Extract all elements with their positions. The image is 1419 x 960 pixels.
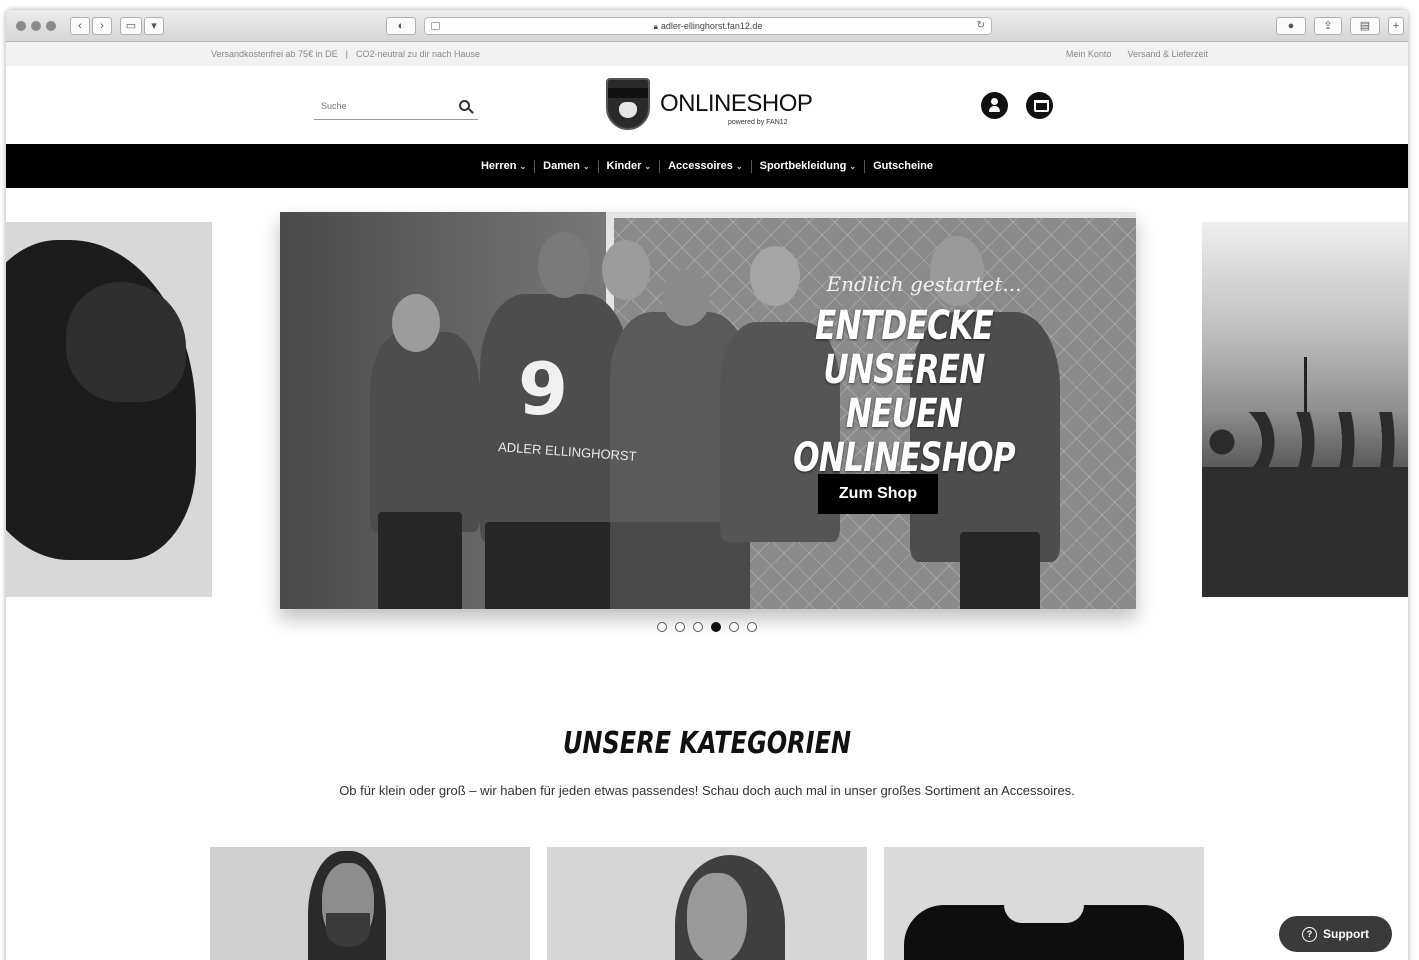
hero-line-1: ENTDECKE [814,303,994,349]
brand-name: ONLINESHOP [660,90,813,117]
chevron-down-icon: ⌄ [644,162,652,171]
jersey-number: 9 [518,347,568,431]
slide-prev-image[interactable] [6,222,212,597]
hero-headline: Endlich gestartet... ENTDECKE UNSEREN NE… [754,272,1054,480]
info-strip: Versandkostenfrei ab 75€ in DE | CO2-neutr… [6,42,1408,66]
co2-text: CO2-neutral zu dir nach Hause [355,49,480,59]
extension-icon[interactable]: ● [1276,17,1306,35]
free-shipping-text: Versandkostenfrei ab 75€ in DE [211,49,338,59]
slider-dot-1[interactable] [657,622,667,632]
main-nav: Herren ⌄ Damen ⌄ Kinder ⌄ Accessoires ⌄ Spor… [6,144,1408,188]
forward-icon[interactable]: › [92,17,112,35]
user-icon[interactable] [981,92,1008,119]
categories-subtitle: Ob für klein oder groß – wir haben für j… [339,783,1075,798]
zum-shop-button[interactable]: Zum Shop [818,474,938,514]
search-box [314,94,478,120]
cart-icon[interactable] [1026,92,1053,119]
question-icon: ? [1302,927,1317,943]
hero-slide: 9 ADLER ELLINGHORST Endlich gestartet...… [280,212,1136,609]
back-icon[interactable]: ‹ [70,17,90,35]
nav-item-accessoires[interactable]: Accessoires ⌄ [660,160,751,172]
tabs-overview-icon[interactable]: ▤ [1350,17,1380,35]
nav-item-sportbekleidung[interactable]: Sportbekleidung ⌄ [752,160,864,172]
zoom-window-icon[interactable] [46,21,56,31]
support-label: Support [1323,927,1369,941]
slider-dot-2[interactable] [675,622,685,632]
shipping-link[interactable]: Versand & Lieferzeit [1127,49,1208,59]
slider-dot-4[interactable] [711,622,721,632]
nav-item-kinder[interactable]: Kinder ⌄ [599,160,660,172]
slider-pagination [657,622,757,632]
my-account-link[interactable]: Mein Konto [1066,49,1112,59]
url-text: adler-ellinghorst.fan12.de [660,21,763,31]
categories-title: UNSERE KATEGORIEN [562,726,852,761]
search-input[interactable] [314,94,444,118]
category-card-shirts[interactable] [884,847,1204,960]
site-header: ONLINESHOP powered by FAN12 [6,66,1408,144]
browser-toolbar: ‹ › ▭ ▾ ◐ 🔒︎ adler-ellinghorst.fan12.de ↻… [6,10,1408,42]
support-button[interactable]: ? Support [1279,916,1392,952]
powered-by: powered by FAN12 [728,119,788,126]
slider-dot-3[interactable] [693,622,703,632]
hero-tagline: Endlich gestartet... [826,272,1022,296]
address-bar[interactable]: 🔒︎ adler-ellinghorst.fan12.de ↻ [424,17,992,35]
club-crest [606,78,650,130]
chevron-down-icon: ⌄ [582,162,590,171]
nav-item-gutscheine[interactable]: Gutscheine [865,160,941,172]
minimize-window-icon[interactable] [31,21,41,31]
slide-next-image[interactable] [1202,222,1408,597]
reload-icon[interactable]: ↻ [977,18,985,34]
shield-icon[interactable]: ◐ [386,17,416,35]
new-tab-icon[interactable]: + [1388,17,1404,35]
separator: | [345,49,348,59]
shipping-info: Versandkostenfrei ab 75€ in DE | CO2-neutr… [211,49,480,59]
slider-dot-6[interactable] [747,622,757,632]
account-links: Mein Konto Versand & Lieferzeit [1066,49,1208,59]
chevron-down-icon: ⌄ [735,162,743,171]
chevron-down-icon[interactable]: ▾ [144,17,164,35]
nav-item-herren[interactable]: Herren ⌄ [473,160,534,172]
category-card-herren[interactable] [210,847,530,960]
share-icon[interactable]: ⇪ [1314,17,1342,35]
category-card-damen[interactable] [547,847,867,960]
nav-item-damen[interactable]: Damen ⌄ [535,160,597,172]
lock-icon: 🔒︎ [653,22,658,31]
chevron-down-icon: ⌄ [849,162,857,171]
hero-line-2: UNSEREN NEUEN [823,347,985,437]
sidebar-icon[interactable]: ▭ [120,17,142,35]
slider-dot-5[interactable] [729,622,739,632]
favicon-icon [431,22,440,30]
close-window-icon[interactable] [16,21,26,31]
browser-window: ‹ › ▭ ▾ ◐ 🔒︎ adler-ellinghorst.fan12.de ↻… [6,10,1408,960]
site-logo[interactable]: ONLINESHOP powered by FAN12 [606,78,816,134]
chevron-down-icon: ⌄ [519,162,527,171]
search-icon[interactable] [459,100,470,111]
